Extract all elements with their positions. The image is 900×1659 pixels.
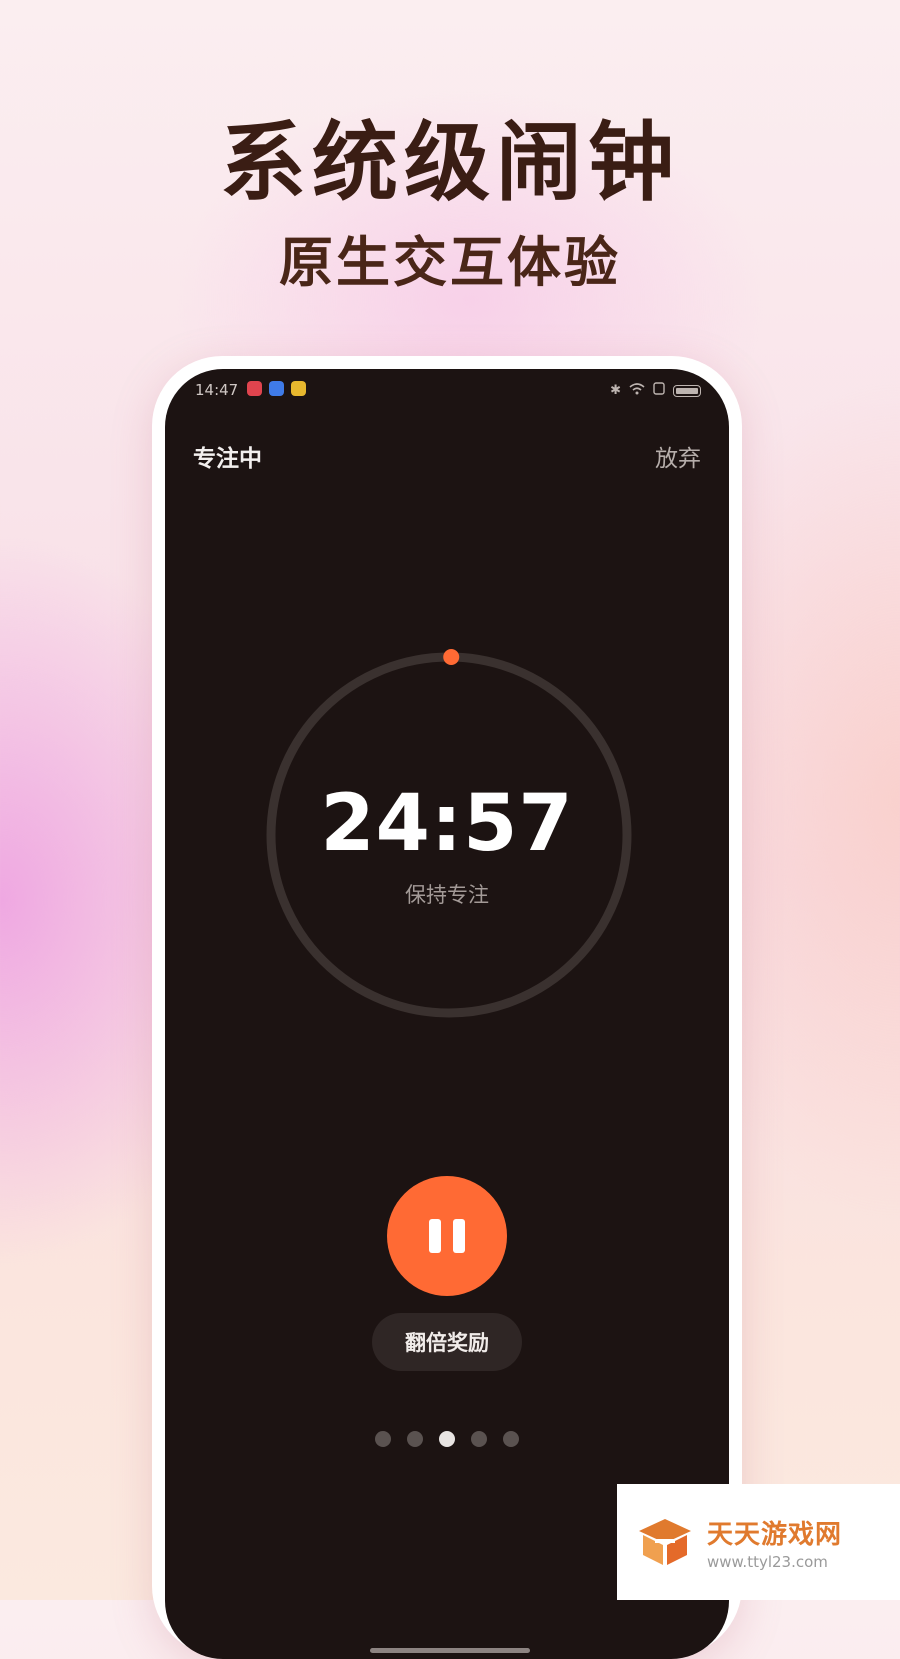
page-dot[interactable] (407, 1431, 423, 1447)
pause-button[interactable] (387, 1176, 507, 1296)
timer-caption: 保持专注 (405, 883, 489, 907)
promo-subheadline: 原生交互体验 (279, 231, 621, 294)
double-reward-button[interactable]: 翻倍奖励 (372, 1313, 522, 1371)
abandon-button[interactable]: 放弃 (655, 439, 701, 473)
focus-status-title: 专注中 (193, 446, 262, 472)
timer-progress-indicator (443, 649, 460, 666)
watermark-url: www.ttyl23.com (707, 1552, 828, 1571)
battery-icon (673, 384, 701, 397)
watermark-name: 天天游戏网 (707, 1519, 843, 1550)
status-indicators: ✱ (610, 382, 701, 399)
pause-icon-bar (453, 1219, 465, 1253)
video-app-icon (247, 381, 262, 396)
site-logo-icon (639, 1519, 691, 1565)
message-app-icon (269, 381, 284, 396)
wifi-icon (629, 382, 645, 399)
watermark: 天天游戏网 www.ttyl23.com (617, 1484, 900, 1600)
page-dot[interactable] (439, 1431, 455, 1447)
notification-app-icon (291, 381, 306, 396)
phone-screen: 14:47 ✱ 专注中 放弃 24:57 保持专注 翻倍奖励 (165, 369, 729, 1659)
home-indicator[interactable] (370, 1648, 530, 1653)
bluetooth-icon: ✱ (610, 382, 621, 398)
promo-headline: 系统级闹钟 (220, 113, 680, 213)
timer-countdown: 24:57 (320, 779, 574, 869)
status-bar: 14:47 ✱ (165, 369, 729, 409)
page-dot[interactable] (503, 1431, 519, 1447)
sim-icon (653, 382, 665, 399)
pause-icon (429, 1219, 441, 1253)
page-dot[interactable] (375, 1431, 391, 1447)
page-dot[interactable] (471, 1431, 487, 1447)
page-indicator (165, 1431, 729, 1447)
status-time: 14:47 (195, 381, 239, 399)
